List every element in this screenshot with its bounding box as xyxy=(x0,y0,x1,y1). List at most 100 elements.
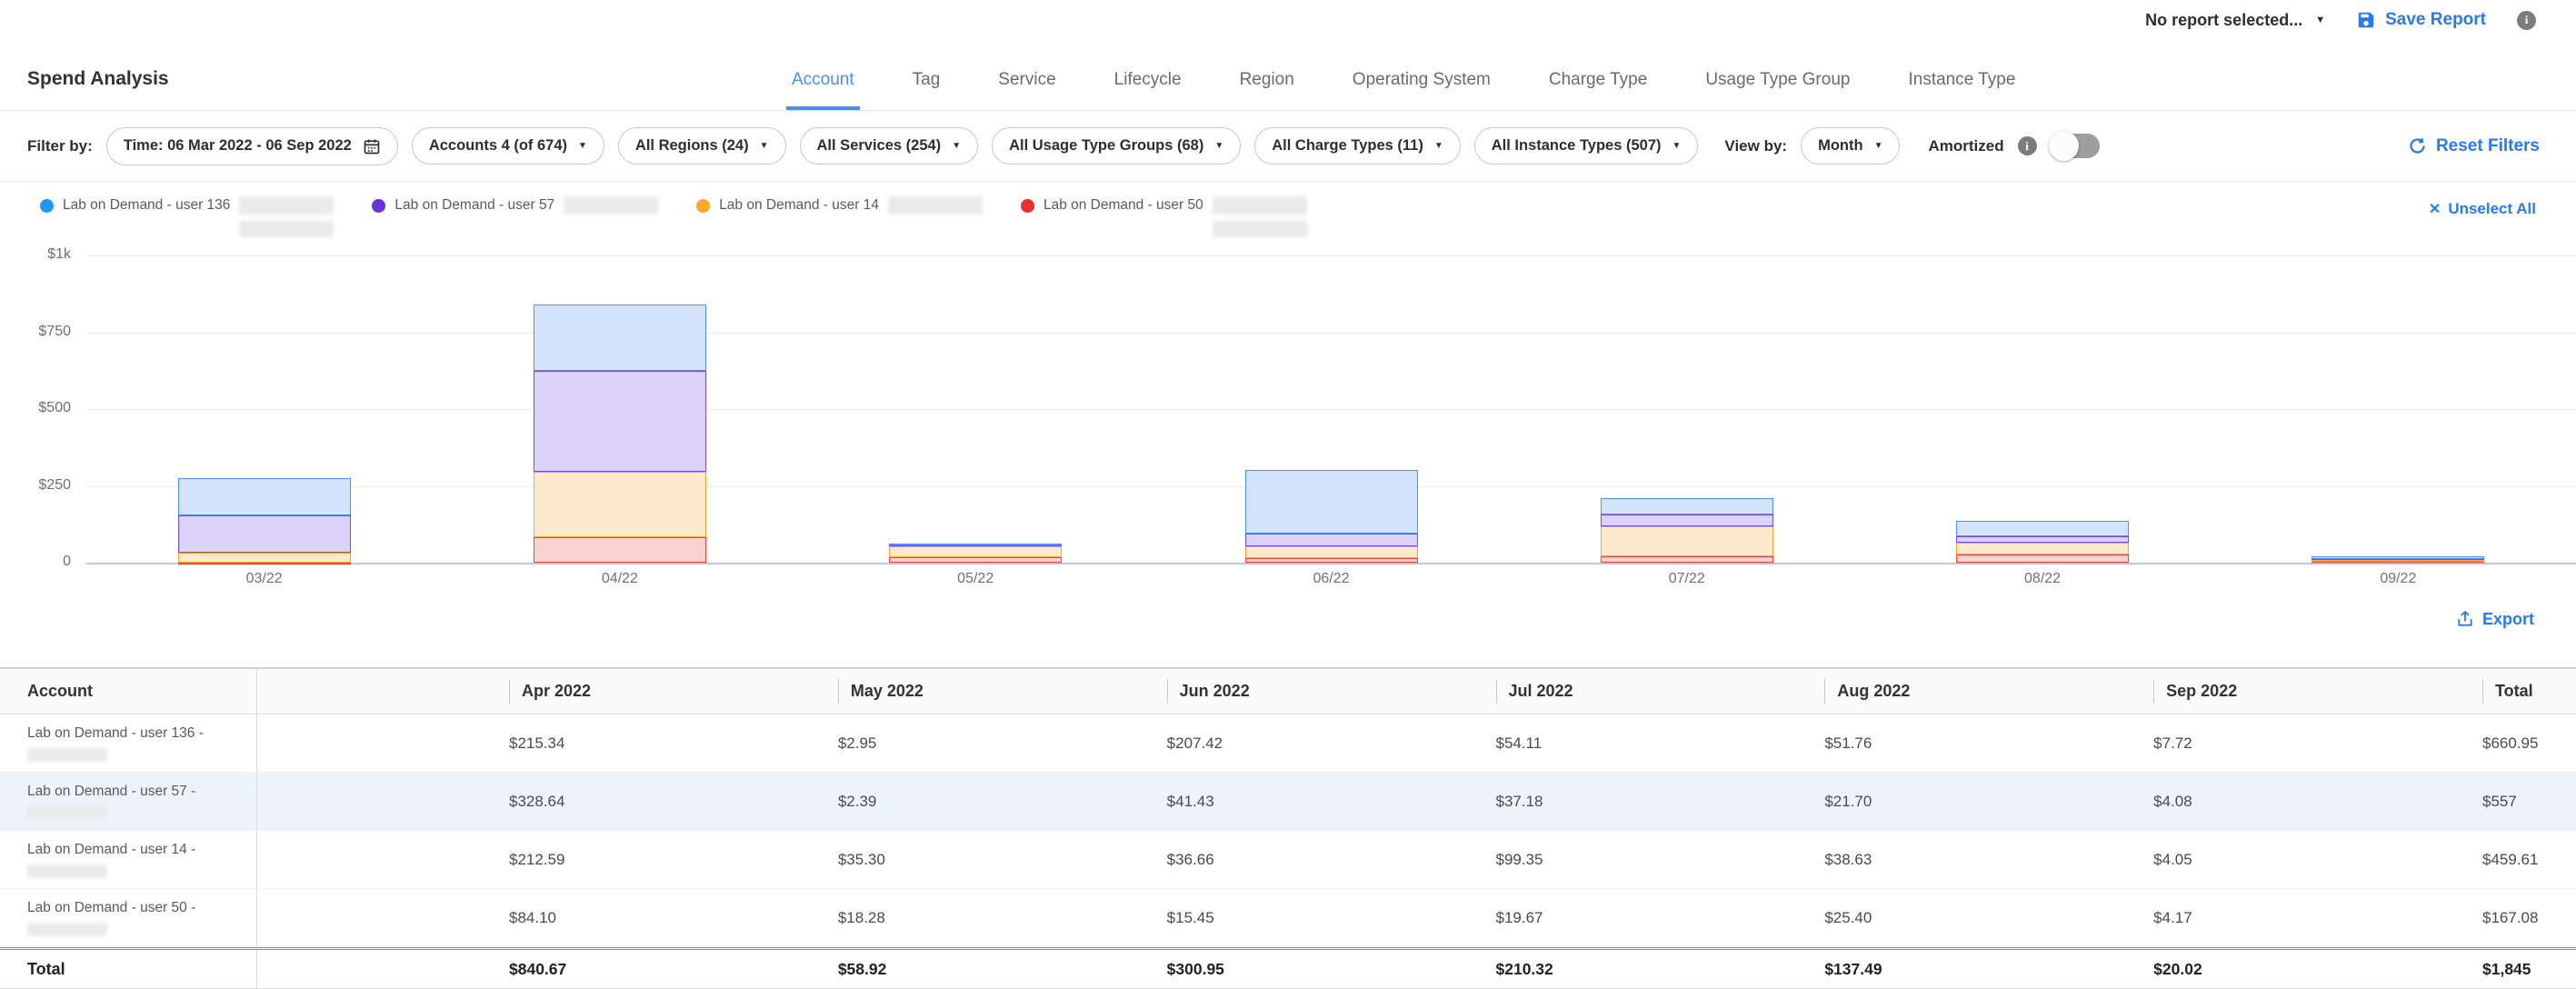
table-row-14[interactable]: Lab on Demand - user 14 -$212.59$35.30$3… xyxy=(0,831,2576,889)
bar-segment-14-05/22[interactable] xyxy=(889,546,1062,557)
bar-segment-14-07/22[interactable] xyxy=(1601,526,1773,557)
tab-instance-type[interactable]: Instance Type xyxy=(1902,70,2021,110)
legend-item-57[interactable]: Lab on Demand - user 57 xyxy=(372,196,658,215)
tab-lifecycle[interactable]: Lifecycle xyxy=(1109,70,1187,110)
chevron-down-icon: ▼ xyxy=(578,141,587,151)
total-label-cell: Total xyxy=(0,950,257,988)
total-value-cell: $459.61 xyxy=(2469,851,2576,869)
filter-pill-[interactable]: Accounts 4 (of 674)▼ xyxy=(412,127,604,165)
info-icon[interactable]: i xyxy=(2517,11,2536,30)
bar-segment-136-04/22[interactable] xyxy=(534,305,706,371)
table-row-57[interactable]: Lab on Demand - user 57 -$328.64$2.39$41… xyxy=(0,773,2576,831)
bar-segment-57-08/22[interactable] xyxy=(1956,536,2129,543)
bar-segment-136-06/22[interactable] xyxy=(1245,470,1418,534)
table-row-136[interactable]: Lab on Demand - user 136 -$215.34$2.95$2… xyxy=(0,714,2576,773)
legend-item-label: Lab on Demand - user 50 xyxy=(1043,197,1203,214)
export-button[interactable]: Export xyxy=(2456,610,2534,629)
account-cell: Lab on Demand - user 136 - xyxy=(0,714,257,772)
toggle-knob xyxy=(2049,131,2079,161)
month-value-cell: $19.67 xyxy=(1483,909,1812,927)
month-value-cell: $36.66 xyxy=(1153,851,1483,869)
redacted-text xyxy=(239,221,334,237)
bar-segment-57-06/22[interactable] xyxy=(1245,534,1418,546)
title-and-tabs-row: Spend Analysis AccountTagServiceLifecycl… xyxy=(0,40,2576,111)
column-header-sep-2022[interactable]: Sep 2022 xyxy=(2140,679,2469,704)
table-total-row: Total$840.67$58.92$300.95$210.32$137.49$… xyxy=(0,947,2576,989)
redacted-text xyxy=(27,748,107,762)
chevron-down-icon: ▼ xyxy=(1874,141,1883,151)
tab-bar: Account Tag Service Lifecycle Region Operatin… xyxy=(786,70,2021,110)
bar-segment-136-07/22[interactable] xyxy=(1601,498,1773,514)
redacted-text xyxy=(27,806,107,820)
y-axis-tick-label: $250 xyxy=(0,477,71,494)
tab-region[interactable]: Region xyxy=(1234,70,1300,110)
bar-segment-136-03/22[interactable] xyxy=(178,478,351,515)
table-row-50[interactable]: Lab on Demand - user 50 - $84.10$18.28$15… xyxy=(0,889,2576,947)
month-value-cell: $15.45 xyxy=(1153,909,1483,927)
bar-segment-14-04/22[interactable] xyxy=(534,472,706,537)
bar-segment-50-05/22[interactable] xyxy=(889,557,1062,563)
tab-tag[interactable]: Tag xyxy=(907,70,946,110)
x-axis-label-07-22: 07/22 xyxy=(1509,571,1864,587)
filter-pill-instance[interactable]: All Instance Types (507)▼ xyxy=(1474,127,1699,165)
time-filter-pill[interactable]: Time: 06 Mar 2022 - 06 Sep 2022 xyxy=(106,127,398,165)
bar-segment-50-08/22[interactable] xyxy=(1956,554,2129,563)
bar-segment-57-07/22[interactable] xyxy=(1601,514,1773,526)
tab-account[interactable]: Account xyxy=(786,70,860,110)
bar-segment-50-06/22[interactable] xyxy=(1245,558,1418,563)
column-header-account[interactable]: Account xyxy=(0,669,257,714)
account-cell: Lab on Demand - user 50 - xyxy=(0,889,257,946)
legend-item-14[interactable]: Lab on Demand - user 14 xyxy=(696,196,983,215)
tab-usage-type-group[interactable]: Usage Type Group xyxy=(1700,70,1855,110)
month-value-cell: $84.10 xyxy=(495,909,824,927)
amortized-toggle[interactable] xyxy=(2051,134,2100,158)
column-header-jul-2022[interactable]: Jul 2022 xyxy=(1483,679,1812,704)
bar-segment-50-03/22[interactable] xyxy=(178,563,351,564)
filter-bar: Filter by: Time: 06 Mar 2022 - 06 Sep 20… xyxy=(0,111,2576,182)
spend-stacked-bar-chart[interactable]: $1k$750$500$250003/2204/2205/2206/2207/2… xyxy=(0,242,2576,598)
filter-pill-services[interactable]: All Services (254)▼ xyxy=(800,127,979,165)
table-header-row: Account Apr 2022May 2022Jun 2022Jul 2022A… xyxy=(0,667,2576,714)
bar-segment-14-06/22[interactable] xyxy=(1245,546,1418,557)
top-bar: No report selected... ▼ Save Report i xyxy=(0,0,2576,40)
bar-segment-14-08/22[interactable] xyxy=(1956,543,2129,554)
redacted-text xyxy=(1213,221,1307,237)
redacted-text xyxy=(1213,196,1307,215)
view-by-value: Month xyxy=(1818,137,1862,155)
total-month-cell: $58.92 xyxy=(824,960,1153,979)
bar-segment-136-09/22[interactable] xyxy=(2311,556,2484,559)
filter-pill-usage[interactable]: All Usage Type Groups (68)▼ xyxy=(992,127,1241,165)
month-value-cell: $18.28 xyxy=(824,909,1153,927)
amortized-info-icon[interactable]: i xyxy=(2018,136,2037,155)
filter-pill-charge[interactable]: All Charge Types (11)▼ xyxy=(1254,127,1461,165)
view-by-dropdown[interactable]: Month ▼ xyxy=(1801,127,1900,165)
x-axis-label-03-22: 03/22 xyxy=(86,571,442,587)
total-month-cell: $137.49 xyxy=(1811,960,2140,979)
legend-item-136[interactable]: Lab on Demand - user 136 xyxy=(40,196,334,215)
bar-segment-50-07/22[interactable] xyxy=(1601,556,1773,563)
filter-pill-regions[interactable]: All Regions (24)▼ xyxy=(618,127,786,165)
bar-segment-50-04/22[interactable] xyxy=(534,537,706,563)
tab-charge-type[interactable]: Charge Type xyxy=(1543,70,1652,110)
column-header-total[interactable]: Total xyxy=(2469,679,2576,704)
save-report-button[interactable]: Save Report xyxy=(2356,10,2486,30)
tab-service[interactable]: Service xyxy=(993,70,1061,110)
y-axis-tick-label: $1k xyxy=(0,246,71,263)
bar-segment-57-03/22[interactable] xyxy=(178,515,351,553)
chevron-down-icon: ▼ xyxy=(1434,141,1443,151)
reset-filters-button[interactable]: Reset Filters xyxy=(2408,136,2540,156)
bar-segment-14-03/22[interactable] xyxy=(178,553,351,563)
column-header-may-2022[interactable]: May 2022 xyxy=(824,679,1153,704)
column-header-apr-2022[interactable]: Apr 2022 xyxy=(495,679,824,704)
unselect-all-button[interactable]: ✕ Unselect All xyxy=(2429,200,2536,218)
bar-segment-136-08/22[interactable] xyxy=(1956,521,2129,536)
tab-operating-system[interactable]: Operating System xyxy=(1347,70,1496,110)
legend-item-50[interactable]: Lab on Demand - user 50 xyxy=(1021,196,1307,215)
column-header-aug-2022[interactable]: Aug 2022 xyxy=(1811,679,2140,704)
bar-segment-136-05/22[interactable] xyxy=(889,544,1062,545)
bar-segment-57-04/22[interactable] xyxy=(534,371,706,472)
filter-pill-label: All Instance Types (507) xyxy=(1492,137,1662,155)
reset-icon xyxy=(2408,136,2427,155)
report-selector-dropdown[interactable]: No report selected... ▼ xyxy=(2145,11,2325,30)
column-header-jun-2022[interactable]: Jun 2022 xyxy=(1153,679,1483,704)
